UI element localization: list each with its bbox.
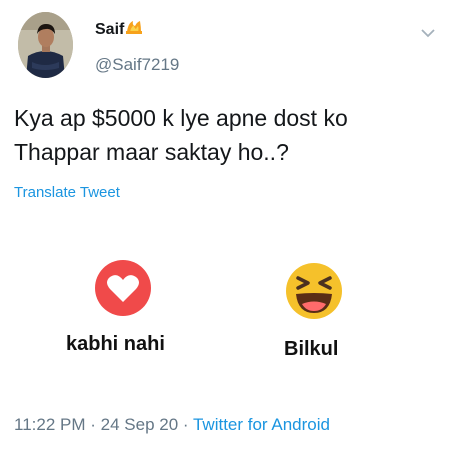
separator-dot: · xyxy=(182,415,193,434)
separator-dot: · xyxy=(90,415,101,434)
avatar-image xyxy=(18,12,73,78)
option-label-bilkul: Bilkul xyxy=(284,338,339,360)
display-name[interactable]: Saif xyxy=(95,19,143,40)
tweet-date[interactable]: 24 Sep 20 xyxy=(101,415,179,434)
tweet-line-2: Thappar maar saktay ho..? xyxy=(14,139,289,165)
fire-icon xyxy=(125,19,143,40)
avatar[interactable] xyxy=(18,12,73,78)
laughing-emoji-icon xyxy=(284,261,344,321)
option-label-kabhi-nahi: kabhi nahi xyxy=(66,333,165,355)
tweet-line-1: Kya ap $5000 k lye apne dost ko xyxy=(14,105,348,131)
tweet-time[interactable]: 11:22 PM xyxy=(14,415,86,434)
heart-reaction-icon xyxy=(93,258,153,318)
chevron-down-icon[interactable] xyxy=(421,28,435,38)
tweet-metadata: 11:22 PM · 24 Sep 20 · Twitter for Andro… xyxy=(14,415,330,435)
user-handle[interactable]: @Saif7219 xyxy=(95,55,179,75)
tweet-text: Kya ap $5000 k lye apne dost ko Thappar … xyxy=(14,101,439,169)
tweet-source-link[interactable]: Twitter for Android xyxy=(193,415,330,434)
translate-tweet-link[interactable]: Translate Tweet xyxy=(14,184,120,201)
display-name-text: Saif xyxy=(95,20,125,38)
